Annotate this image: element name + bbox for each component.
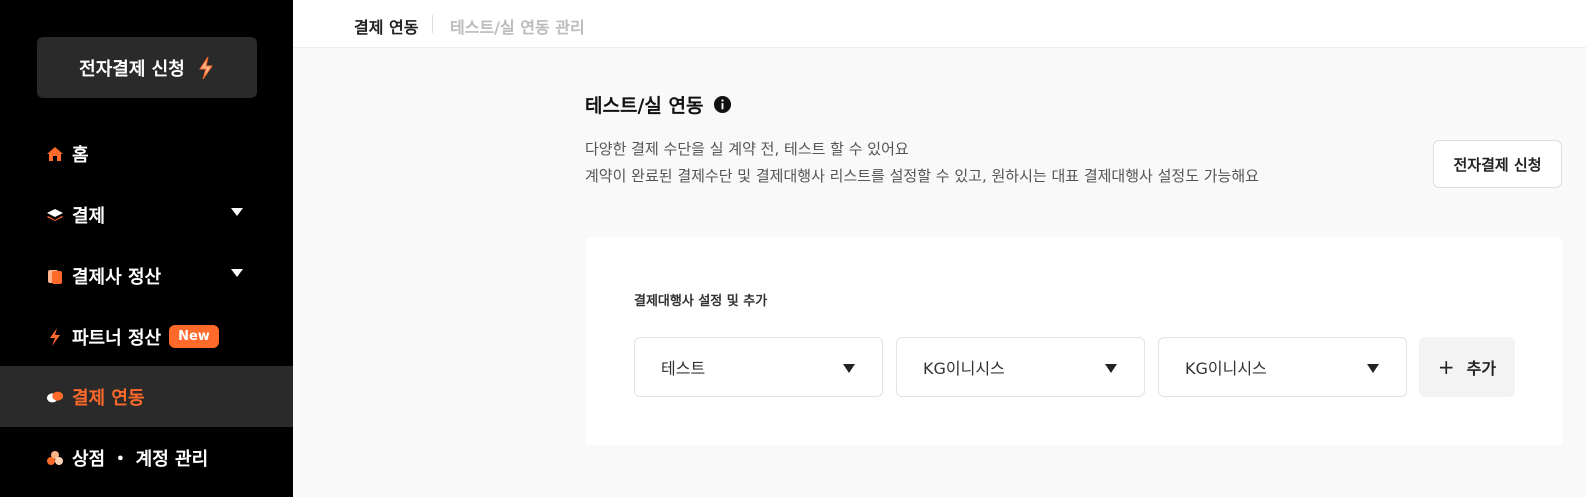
page-title: 테스트/실 연동 bbox=[585, 91, 732, 118]
pills-icon bbox=[46, 388, 64, 406]
info-icon[interactable] bbox=[713, 95, 732, 114]
chevron-down-icon bbox=[1105, 364, 1117, 373]
breadcrumb-divider bbox=[432, 15, 433, 33]
chevron-down-icon bbox=[1367, 364, 1379, 373]
sidebar: 전자결제 신청 홈 결제 결제사 정산 파트너 정산 New 결제 연동 상점 … bbox=[0, 0, 293, 497]
card-title: 결제대행사 설정 및 추가 bbox=[634, 294, 768, 309]
sidebar-item-label: 파트너 정산 bbox=[72, 327, 162, 349]
chevron-down-icon bbox=[231, 208, 243, 216]
home-icon bbox=[46, 145, 64, 163]
sidebar-item-payment-integration[interactable]: 결제 연동 bbox=[0, 366, 293, 427]
description-line-1: 다양한 결제 수단을 실 계약 전, 테스트 할 수 있어요 bbox=[585, 140, 909, 158]
environment-select[interactable]: 테스트 bbox=[634, 337, 883, 397]
pg-settings-card: 결제대행사 설정 및 추가 테스트 KG이니시스 KG이니시스 + 추가 bbox=[586, 237, 1562, 445]
tab-test-live-management[interactable]: 테스트/실 연동 관리 bbox=[450, 14, 585, 38]
sidebar-item-label: 상점 ・ 계정 관리 bbox=[72, 448, 209, 470]
documents-icon bbox=[46, 267, 64, 285]
plus-icon: + bbox=[1437, 355, 1455, 379]
sidebar-item-partner-settlement[interactable]: 파트너 정산 New bbox=[0, 306, 293, 367]
bolt-icon bbox=[46, 327, 64, 346]
sidebar-item-payment[interactable]: 결제 bbox=[0, 184, 293, 245]
select-value: KG이니시스 bbox=[1185, 359, 1267, 378]
add-button-label: 추가 bbox=[1466, 359, 1497, 378]
pg-select[interactable]: KG이니시스 bbox=[896, 337, 1145, 397]
new-badge: New bbox=[169, 325, 219, 348]
sidebar-apply-label: 전자결제 신청 bbox=[79, 58, 185, 80]
store-icon bbox=[46, 449, 64, 467]
description-line-2: 계약이 완료된 결제수단 및 결제대행사 리스트를 설정할 수 있고, 원하시는… bbox=[585, 167, 1259, 185]
sidebar-apply-button[interactable]: 전자결제 신청 bbox=[37, 37, 257, 98]
sidebar-item-label: 결제 bbox=[72, 205, 106, 227]
add-button[interactable]: + 추가 bbox=[1419, 337, 1515, 397]
sidebar-item-label: 결제 연동 bbox=[72, 387, 145, 409]
page-title-text: 테스트/실 연동 bbox=[585, 95, 704, 117]
chevron-down-icon bbox=[231, 269, 243, 277]
bolt-icon bbox=[198, 56, 213, 79]
sidebar-item-home[interactable]: 홈 bbox=[0, 123, 293, 184]
layers-icon bbox=[46, 206, 64, 224]
pg-channel-select[interactable]: KG이니시스 bbox=[1158, 337, 1407, 397]
chevron-down-icon bbox=[843, 364, 855, 373]
select-value: KG이니시스 bbox=[923, 359, 1005, 378]
select-value: 테스트 bbox=[661, 359, 706, 378]
sidebar-item-label: 결제사 정산 bbox=[72, 266, 162, 288]
sidebar-item-store-account[interactable]: 상점 ・ 계정 관리 bbox=[0, 427, 293, 488]
tab-payment-integration[interactable]: 결제 연동 bbox=[354, 14, 418, 38]
sidebar-item-label: 홈 bbox=[72, 144, 89, 166]
topbar: 결제 연동 테스트/실 연동 관리 bbox=[293, 0, 1586, 48]
apply-payment-button[interactable]: 전자결제 신청 bbox=[1433, 140, 1562, 188]
sidebar-item-pg-settlement[interactable]: 결제사 정산 bbox=[0, 245, 293, 306]
